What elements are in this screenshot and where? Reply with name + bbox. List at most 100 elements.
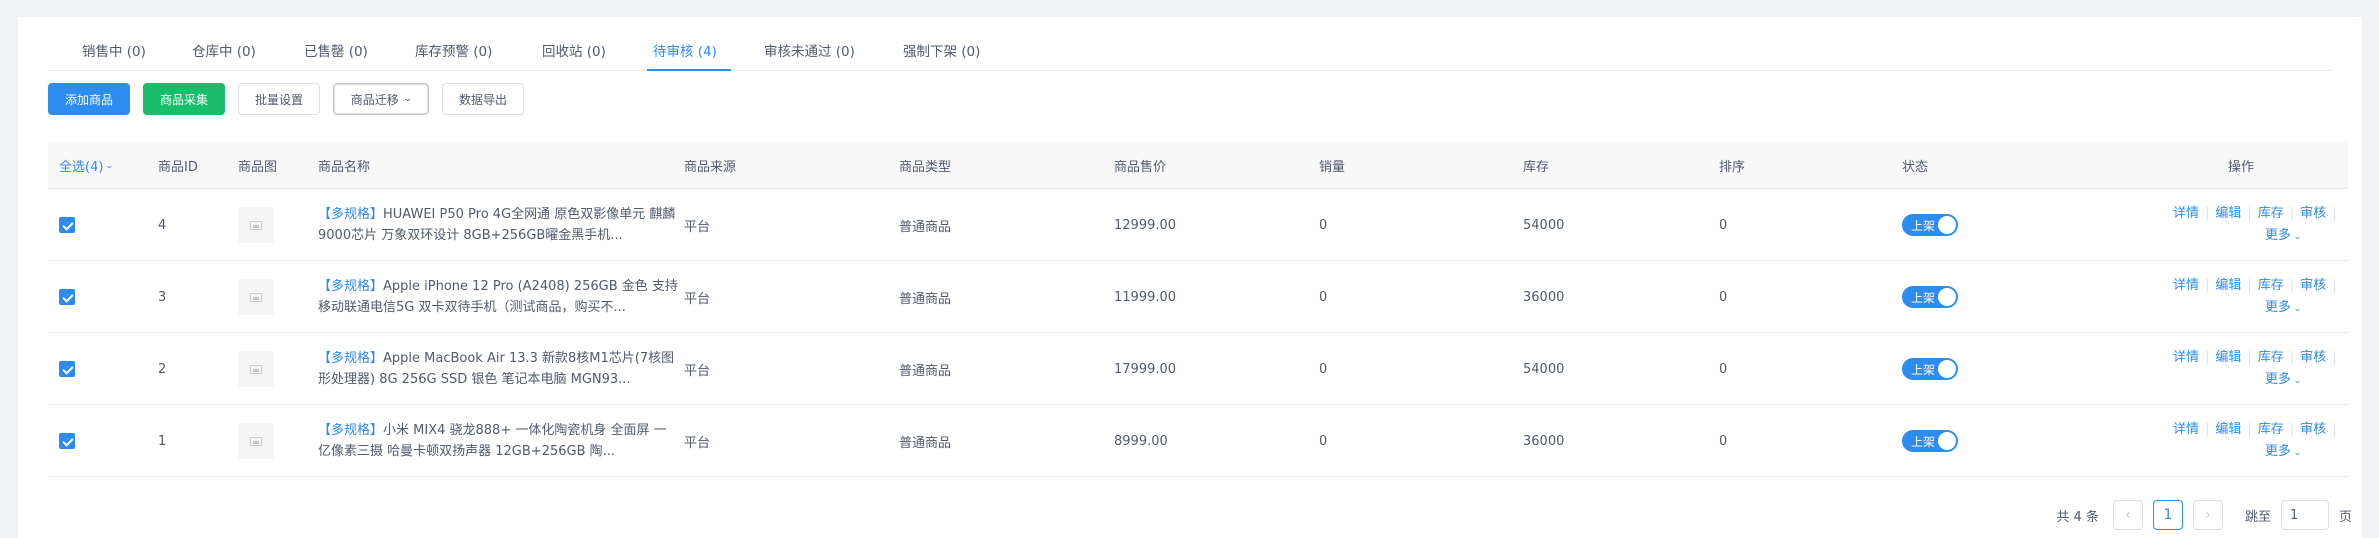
next-page-button[interactable]: › [2192,500,2223,530]
product-thumbnail[interactable] [238,207,274,243]
more-dropdown[interactable]: 更多 ⌄ [2265,228,2302,243]
toggle-knob [1938,288,1956,306]
product-type: 普通商品 [899,219,952,235]
header-sales: 销量 [1319,159,1346,175]
product-source: 平台 [684,291,711,307]
status-toggle-label: 上架 [1911,219,1936,233]
divider: | [2332,422,2337,437]
edit-link[interactable]: 编辑 [2215,278,2241,293]
batch-settings-button[interactable]: 批量设置 [238,83,320,115]
jump-page-input[interactable] [2280,500,2329,530]
product-id: 2 [158,361,167,377]
detail-link[interactable]: 详情 [2173,350,2199,365]
detail-link[interactable]: 详情 [2173,206,2199,221]
status-toggle[interactable]: 上架 [1902,214,1958,236]
status-toggle-label: 上架 [1911,291,1936,305]
pagination: 共 4 条 ‹ 1 › 跳至 页 [2056,499,2352,531]
table-row: 3 【多规格】Apple iPhone 12 Pro (A2408) 256GB… [48,261,2348,333]
status-toggle[interactable]: 上架 [1902,358,1958,380]
product-thumbnail[interactable] [238,351,274,387]
status-toggle[interactable]: 上架 [1902,430,1958,452]
audit-link[interactable]: 审核 [2300,206,2326,221]
edit-link[interactable]: 编辑 [2215,206,2241,221]
pagination-total: 共 4 条 [2056,509,2099,525]
page-unit-label: 页 [2338,509,2352,525]
add-product-button[interactable]: 添加商品 [48,83,130,115]
product-source: 平台 [684,219,711,235]
migrate-product-label: 商品迁移 [350,92,399,107]
chevron-left-icon: ‹ [2125,507,2131,523]
stock-link[interactable]: 库存 [2258,278,2284,293]
chevron-down-icon: ⌄ [2293,232,2302,241]
more-label: 更多 [2265,372,2292,387]
status-toggle[interactable]: 上架 [1902,286,1958,308]
divider: | [2247,350,2252,365]
more-dropdown[interactable]: 更多 ⌄ [2265,300,2302,315]
product-name[interactable]: 【多规格】Apple iPhone 12 Pro (A2408) 256GB 金… [318,276,678,318]
spec-tag: 【多规格】 [318,279,384,294]
detail-link[interactable]: 详情 [2173,278,2199,293]
more-dropdown[interactable]: 更多 ⌄ [2265,372,2302,387]
edit-link[interactable]: 编辑 [2215,422,2241,437]
detail-link[interactable]: 详情 [2173,422,2199,437]
page-1-button[interactable]: 1 [2152,500,2183,530]
edit-link[interactable]: 编辑 [2215,350,2241,365]
migrate-product-dropdown[interactable]: 商品迁移 ⌄ [333,83,429,115]
product-sort: 0 [1719,289,1728,305]
product-name[interactable]: 【多规格】HUAWEI P50 Pro 4G全网通 原色双影像单元 麒麟9000… [318,204,678,246]
header-product-source: 商品来源 [684,159,737,175]
row-checkbox[interactable] [59,361,75,377]
stock-link[interactable]: 库存 [2258,422,2284,437]
stock-link[interactable]: 库存 [2258,350,2284,365]
select-all-dropdown[interactable]: 全选(4) ⌄ [59,141,114,189]
product-sort: 0 [1719,433,1728,449]
divider: | [2205,278,2210,293]
tab-review-failed[interactable]: 审核未通过 (0) [764,40,855,60]
divider: | [2289,350,2295,365]
product-name[interactable]: 【多规格】小米 MIX4 骁龙888+ 一体化陶瓷机身 全面屏 一亿像素三摄 哈… [318,420,678,462]
product-name[interactable]: 【多规格】Apple MacBook Air 13.3 新款8核M1芯片(7核图… [318,348,678,390]
row-operations: 详情 | 编辑 | 库存 | 审核 | 更多 ⌄ [2173,419,2363,464]
toggle-knob [1938,360,1956,378]
table-header: 全选(4) ⌄ 商品ID 商品图 商品名称 商品来源 商品类型 商品售价 销量 库… [48,141,2348,189]
active-tab-underline [647,69,731,71]
product-sales: 0 [1319,361,1328,377]
product-thumbnail[interactable] [238,423,274,459]
product-thumbnail[interactable] [238,279,274,315]
divider: | [2247,206,2252,221]
collect-product-button[interactable]: 商品采集 [143,83,225,115]
header-product-price: 商品售价 [1114,159,1167,175]
header-sort: 排序 [1719,159,1746,175]
product-source: 平台 [684,363,711,379]
product-stock: 54000 [1523,217,1565,233]
export-data-button[interactable]: 数据导出 [442,83,524,115]
prev-page-button[interactable]: ‹ [2112,500,2143,530]
divider: | [2205,350,2210,365]
tab-in-warehouse[interactable]: 仓库中 (0) [192,40,256,60]
audit-link[interactable]: 审核 [2300,422,2326,437]
tab-on-sale[interactable]: 销售中 (0) [82,40,146,60]
status-toggle-label: 上架 [1911,435,1936,449]
stock-link[interactable]: 库存 [2258,206,2284,221]
tab-sold-out[interactable]: 已售罄 (0) [304,40,368,60]
select-all-label: 全选(4) [59,159,104,175]
tab-recycle-bin[interactable]: 回收站 (0) [542,40,606,60]
tab-pending-review[interactable]: 待审核 (4) [653,40,717,60]
image-placeholder-icon [250,364,262,374]
row-checkbox[interactable] [59,289,75,305]
divider: | [2289,422,2295,437]
product-type: 普通商品 [899,291,952,307]
header-operations: 操作 [2228,159,2255,175]
row-checkbox[interactable] [59,433,75,449]
toggle-knob [1938,432,1956,450]
header-product-image: 商品图 [238,159,278,175]
row-checkbox[interactable] [59,217,75,233]
audit-link[interactable]: 审核 [2300,278,2326,293]
tab-forced-off-shelf[interactable]: 强制下架 (0) [903,40,980,60]
product-sales: 0 [1319,289,1328,305]
more-dropdown[interactable]: 更多 ⌄ [2265,444,2302,459]
tab-stock-warning[interactable]: 库存预警 (0) [415,40,492,60]
audit-link[interactable]: 审核 [2300,350,2326,365]
product-sales: 0 [1319,433,1328,449]
chevron-right-icon: › [2205,507,2211,523]
